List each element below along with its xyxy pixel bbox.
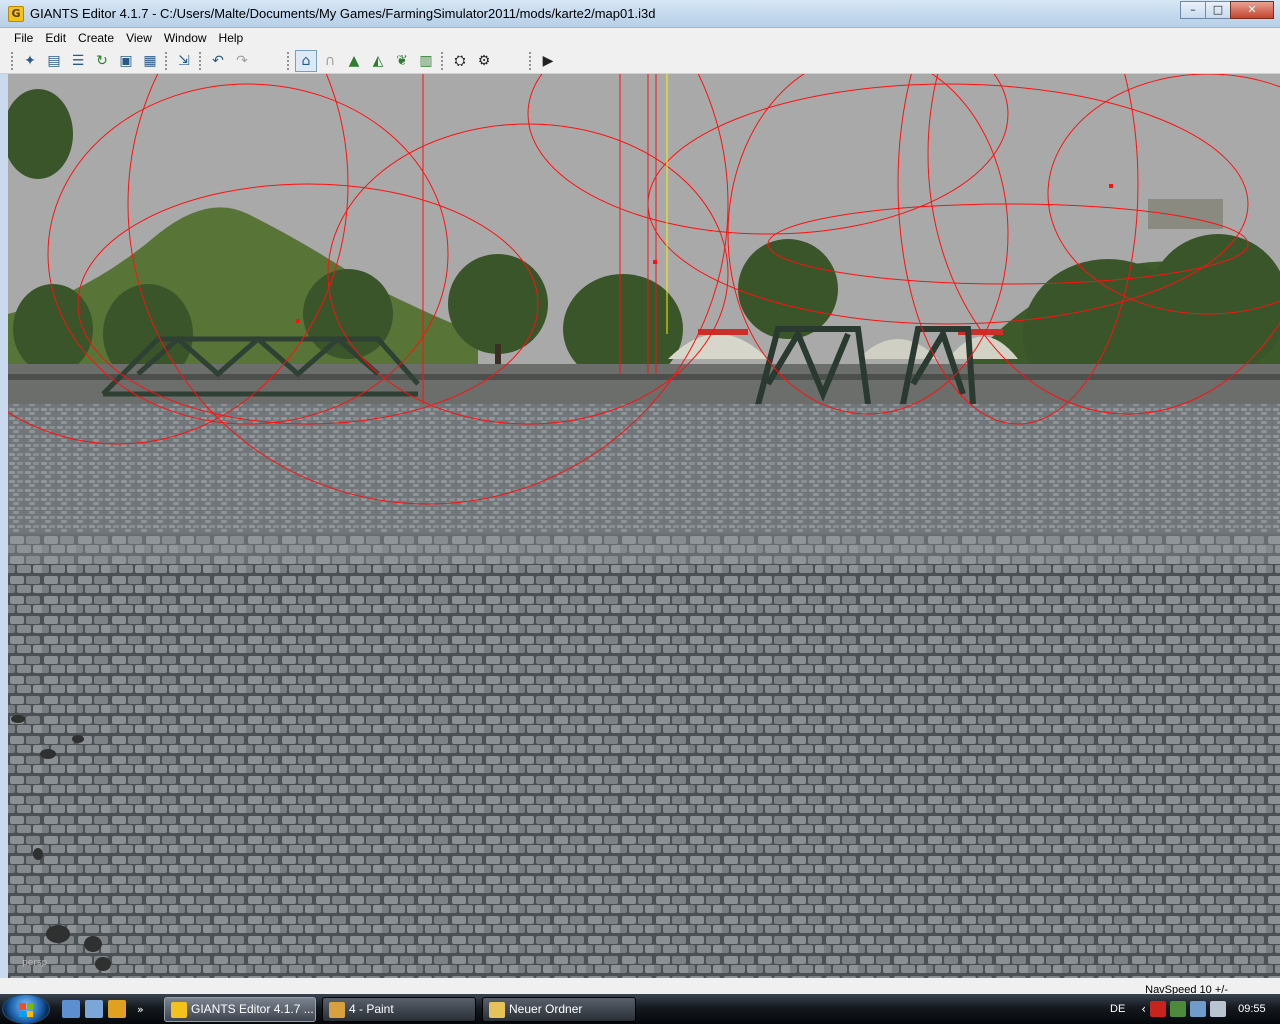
maximize-button[interactable]: □	[1205, 1, 1231, 19]
move-tool-icon[interactable]: ∩	[319, 50, 341, 72]
menu-view[interactable]: View	[120, 31, 158, 45]
tray-expand-icon[interactable]: ‹	[1141, 1002, 1146, 1016]
paint-icon	[329, 1002, 345, 1018]
taskbar-item-label: GIANTS Editor 4.1.7 ...	[191, 1002, 314, 1016]
redo-icon[interactable]: ↷	[231, 50, 253, 72]
render-mode-a-icon[interactable]: ⛭	[449, 50, 471, 72]
menu-help[interactable]: Help	[213, 31, 250, 45]
paint-texture-icon[interactable]: ▥	[415, 50, 437, 72]
ground-haze	[8, 404, 1280, 564]
toolbar-grip[interactable]	[10, 50, 14, 71]
3d-viewport[interactable]: persp	[8, 74, 1280, 978]
menu-window[interactable]: Window	[158, 31, 213, 45]
show-desktop-icon[interactable]	[62, 1000, 80, 1018]
start-button[interactable]	[2, 994, 50, 1024]
save-icon[interactable]: ▣	[115, 50, 137, 72]
taskbar-item-giants-editor[interactable]: GIANTS Editor 4.1.7 ...	[164, 997, 316, 1022]
menu-edit[interactable]: Edit	[39, 31, 72, 45]
terrain-raise-icon[interactable]: ▲	[343, 50, 365, 72]
clock[interactable]: 09:55	[1238, 1003, 1266, 1015]
quick-launch-more-icon[interactable]: »	[137, 1003, 144, 1016]
folder-icon	[489, 1002, 505, 1018]
language-indicator[interactable]: DE	[1110, 1003, 1125, 1015]
taskbar-item-folder[interactable]: Neuer Ordner	[482, 997, 636, 1022]
switch-windows-icon[interactable]	[85, 1000, 103, 1018]
monitor-icon[interactable]	[1190, 1001, 1207, 1017]
toolbar-grip[interactable]	[528, 50, 532, 71]
network-icon[interactable]	[1170, 1001, 1187, 1017]
media-player-icon[interactable]	[108, 1000, 126, 1018]
camera-label: persp	[22, 958, 48, 968]
window-frame-left	[0, 74, 8, 978]
taskbar: » GIANTS Editor 4.1.7 ... 4 - Paint Neue…	[0, 994, 1280, 1024]
taskbar-item-paint[interactable]: 4 - Paint	[322, 997, 476, 1022]
scene-render	[8, 74, 1280, 978]
import-icon[interactable]: ⇲	[173, 50, 195, 72]
select-tool-icon[interactable]: ⌂	[295, 49, 317, 72]
terrain-smooth-icon[interactable]: ◭	[367, 50, 389, 72]
undo-icon[interactable]: ↶	[207, 50, 229, 72]
play-icon[interactable]: ▶	[537, 50, 559, 72]
open-file-icon[interactable]: ▤	[43, 50, 65, 72]
antivirus-icon[interactable]	[1150, 1001, 1167, 1017]
reload-icon[interactable]: ↻	[91, 50, 113, 72]
volume-icon[interactable]	[1210, 1001, 1227, 1017]
taskbar-item-label: Neuer Ordner	[509, 1002, 583, 1016]
toolbar-grip[interactable]	[198, 50, 202, 71]
building	[1148, 199, 1223, 229]
menu-file[interactable]: File	[8, 31, 39, 45]
close-button[interactable]: ✕	[1230, 1, 1274, 19]
status-bar: NavSpeed 10 +/-	[0, 978, 1280, 996]
toolbar-grip[interactable]	[286, 50, 290, 71]
window-controls: – □ ✕	[1180, 1, 1274, 19]
toolbar-grip[interactable]	[440, 50, 444, 71]
menu-bar: File Edit Create View Window Help	[0, 28, 1280, 48]
title-bar[interactable]: G GIANTS Editor 4.1.7 - C:/Users/Malte/D…	[0, 0, 1280, 28]
taskbar-item-label: 4 - Paint	[349, 1002, 394, 1016]
paint-foliage-icon[interactable]: ❦	[391, 50, 413, 72]
giants-editor-icon	[171, 1002, 187, 1018]
toolbar: ✦ ▤ ☰ ↻ ▣ ▦ ⇲ ↶ ↷ ⌂ ∩ ▲ ◭ ❦ ▥ ⛭ ⚙ ▶	[0, 48, 1280, 74]
windows-logo-icon	[19, 1003, 33, 1017]
cobble-near	[8, 534, 1280, 978]
toolbar-grip[interactable]	[164, 50, 168, 71]
properties-icon[interactable]: ☰	[67, 50, 89, 72]
menu-create[interactable]: Create	[72, 31, 120, 45]
new-scene-icon[interactable]: ✦	[19, 50, 41, 72]
save-as-icon[interactable]: ▦	[139, 50, 161, 72]
window-title: GIANTS Editor 4.1.7 - C:/Users/Malte/Doc…	[30, 6, 656, 21]
render-mode-b-icon[interactable]: ⚙	[473, 50, 495, 72]
app-icon: G	[8, 6, 24, 22]
minimize-button[interactable]: –	[1180, 1, 1206, 19]
system-tray: DE ‹ 09:55	[1100, 994, 1280, 1024]
quick-launch: »	[62, 1000, 144, 1018]
